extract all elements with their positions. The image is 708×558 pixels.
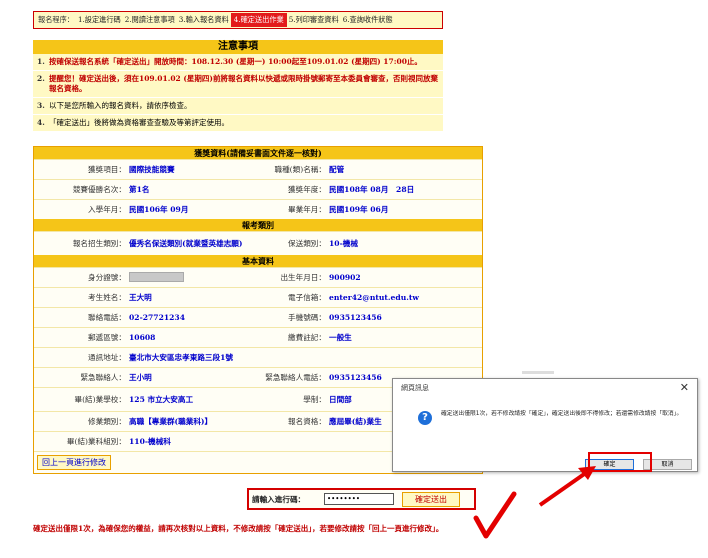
confirm-submit-button[interactable]: 確定送出 (402, 491, 460, 507)
notice-text: 以下是您所輸入的報名資料，請依序檢查。 (49, 101, 192, 110)
notice-item: 4. 「確定送出」後將做為資格審查查驗及等第評定使用。 (33, 115, 443, 132)
form-row: 入學年月： 民國106年 09月 畢業年月： 民國109年 06月 (34, 199, 482, 219)
notice-title: 注意事項 (33, 40, 443, 54)
close-icon[interactable]: ✕ (680, 381, 689, 394)
field-label: 職種(類)名稱： (274, 165, 327, 174)
step-6: 6.查詢收件狀態 (342, 15, 393, 24)
bottom-warning: 確定送出僅限1次，為確保您的權益，請再次核對以上資料，不修改請按「確定送出」，若… (33, 524, 444, 533)
field-label: 電子信箱： (288, 293, 326, 302)
field-label: 報名招生類別： (72, 239, 126, 248)
field-label: 緊急聯絡人電話： (265, 373, 326, 382)
step-2: 2.閱讀注意事項 (124, 15, 175, 24)
step-1: 1.設定進行碼 (77, 15, 121, 24)
pwd-label: 請輸入進行碼： (252, 494, 306, 504)
field-value: 臺北市大安區忠孝東路三段1號 (129, 353, 234, 362)
progress-code-input[interactable]: •••••••• (324, 493, 394, 505)
field-value: enter42@ntut.edu.tw (329, 293, 419, 302)
confirm-dialog: 網頁訊息 ✕ ? 確定送出僅限1次，若不修改請按「確定」，確定送出後即不得修改；… (392, 378, 698, 472)
notice-num: 3. (37, 101, 45, 110)
ok-highlight-box (588, 452, 652, 472)
back-to-edit-button[interactable]: 回上一頁進行修改 (37, 455, 111, 470)
field-label: 繳費註記： (288, 333, 326, 342)
field-label: 競賽優勝名次： (72, 185, 126, 194)
field-label: 出生年月日： (280, 273, 326, 282)
notice-num: 4. (37, 118, 45, 127)
field-label: 修業類別： (88, 417, 126, 426)
field-label: 手機號碼： (288, 313, 326, 322)
field-value: 10-機械 (329, 239, 358, 248)
field-value: 第1名 (129, 185, 150, 194)
field-value: 民國109年 06月 (329, 205, 389, 214)
field-value: 王小明 (129, 373, 152, 382)
field-value: 民國108年 08月 28日 (329, 185, 415, 194)
section-award-header: 獲獎資料(請備妥書面文件逐一核對) (34, 147, 482, 159)
question-icon: ? (418, 411, 432, 425)
section-basic-header: 基本資料 (34, 255, 482, 267)
field-label: 畢業年月： (288, 205, 326, 214)
steps-label: 報名程序： (38, 15, 74, 24)
form-row: 身分證號： 出生年月日： 900902 (34, 267, 482, 287)
field-label: 畢(結)業學校： (74, 395, 127, 404)
field-value: 10608 (129, 333, 156, 342)
form-row: 郵遞區號： 10608 繳費註記： 一般生 (34, 327, 482, 347)
field-label: 身分證號： (88, 273, 126, 282)
dialog-title: 網頁訊息 (401, 384, 429, 392)
background-fragment (522, 371, 554, 374)
form-row: 考生姓名： 王大明 電子信箱： enter42@ntut.edu.tw (34, 287, 482, 307)
notice-text: 「確定送出」後將做為資格審查查驗及等第評定使用。 (49, 118, 229, 127)
field-value: 一般生 (329, 333, 352, 342)
field-label: 聯絡電話： (88, 313, 126, 322)
notice-text: 提醒您！確定送出後，須在109.01.02 (星期四)前將報名資料以快遞或限時掛… (49, 74, 438, 93)
field-value: 王大明 (129, 293, 152, 302)
step-5: 5.列印審查資料 (288, 15, 339, 24)
notice-text: 按確保送報名系統「確定送出」開放時間：108.12.30 (星期一) 10:00… (49, 57, 422, 66)
field-value: 900902 (329, 273, 361, 282)
step-progress-bar: 報名程序： 1.設定進行碼 2.閱讀注意事項 3.輸入報名資料 4.確定送出作業… (33, 11, 443, 29)
field-value: 125 市立大安高工 (129, 395, 194, 404)
notice-panel: 注意事項 1. 按確保送報名系統「確定送出」開放時間：108.12.30 (星期… (33, 40, 443, 132)
field-label: 獲獎項目： (88, 165, 126, 174)
field-value: 110-機械科 (129, 437, 171, 446)
field-label: 考生姓名： (88, 293, 126, 302)
field-value: 優秀名保送類別(就業暨英雄志願) (129, 239, 243, 248)
submit-area: 請輸入進行碼： •••••••• 確定送出 (247, 488, 476, 510)
field-label: 郵遞區號： (88, 333, 126, 342)
field-value: 配管 (329, 165, 345, 174)
field-label: 通訊地址： (88, 353, 126, 362)
field-label: 畢(結)業科組別： (66, 437, 126, 446)
field-label: 入學年月： (88, 205, 126, 214)
id-number-masked (129, 271, 259, 284)
field-label: 保送類別： (288, 239, 326, 248)
step-4-active: 4.確定送出作業 (230, 13, 287, 27)
dialog-message: 確定送出僅限1次，若不修改請按「確定」，確定送出後即不得修改；若還需修改請按「取… (441, 411, 683, 417)
form-row: 聯絡電話： 02-27721234 手機號碼： 0935123456 (34, 307, 482, 327)
form-row: 通訊地址： 臺北市大安區忠孝東路三段1號 (34, 347, 482, 367)
field-value: 國際技能競賽 (129, 165, 175, 174)
field-value: 0935123456 (329, 313, 382, 322)
field-label: 緊急聯絡人： (80, 373, 126, 382)
form-row: 獲獎項目： 國際技能競賽 職種(類)名稱： 配管 (34, 159, 482, 179)
form-row: 競賽優勝名次： 第1名 獲獎年度： 民國108年 08月 28日 (34, 179, 482, 199)
notice-num: 1. (37, 57, 45, 66)
notice-num: 2. (37, 74, 45, 83)
field-value: 高職【專業群(職業科)】 (129, 417, 213, 426)
notice-item: 3. 以下是您所輸入的報名資料，請依序檢查。 (33, 98, 443, 115)
arrow-line (538, 468, 592, 507)
field-value: 民國106年 09月 (129, 205, 189, 214)
step-3: 3.輸入報名資料 (178, 15, 229, 24)
notice-item: 2. 提醒您！確定送出後，須在109.01.02 (星期四)前將報名資料以快遞或… (33, 71, 443, 98)
field-label: 獲獎年度： (288, 185, 326, 194)
field-value: 02-27721234 (129, 313, 185, 322)
field-label: 報名資格： (288, 417, 326, 426)
form-row: 報名招生類別： 優秀名保送類別(就業暨英雄志願) 保送類別： 10-機械 (34, 231, 482, 255)
notice-item: 1. 按確保送報名系統「確定送出」開放時間：108.12.30 (星期一) 10… (33, 54, 443, 71)
section-exam-header: 報考類別 (34, 219, 482, 231)
field-label: 學制： (303, 395, 326, 404)
redacted-block (129, 271, 184, 282)
